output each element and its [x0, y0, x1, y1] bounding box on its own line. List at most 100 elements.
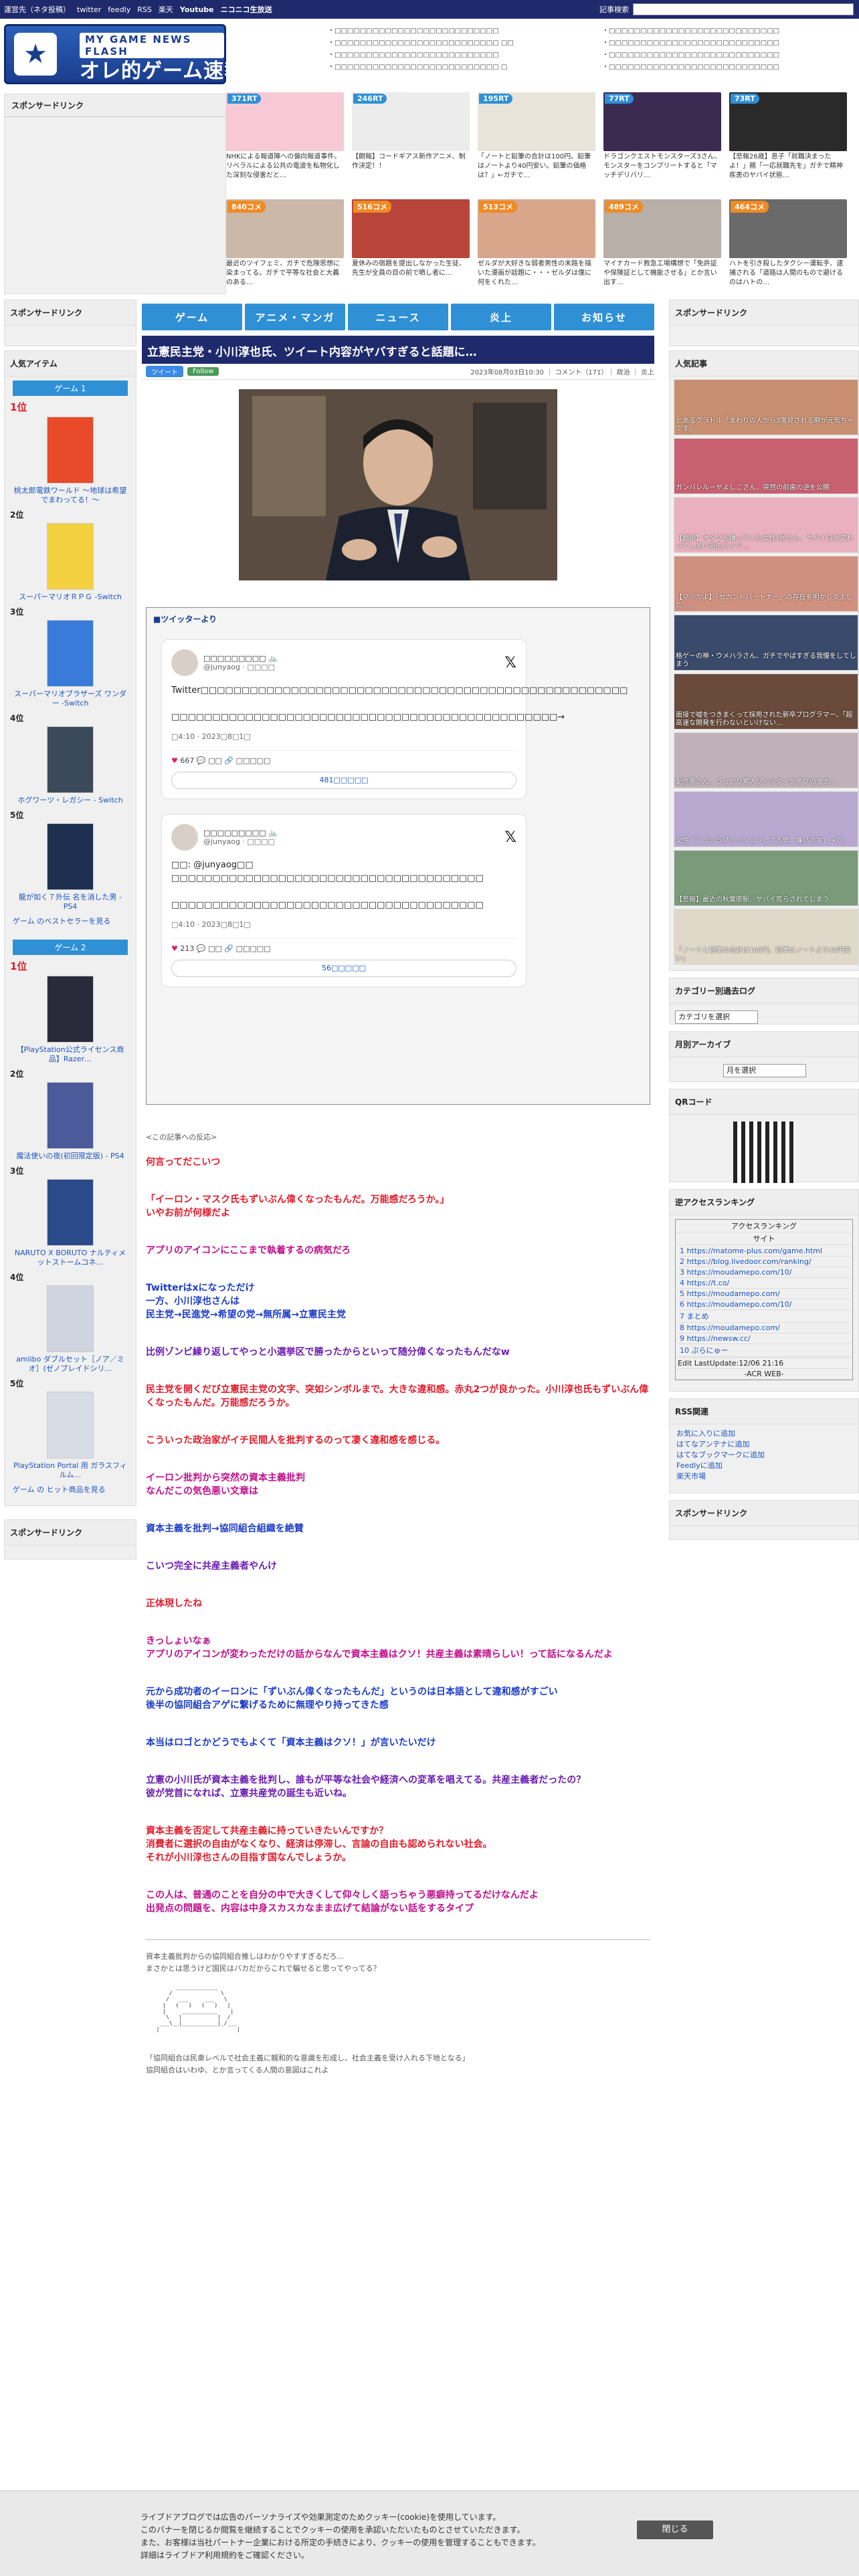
topbar-link-1[interactable]: twitter: [77, 5, 101, 14]
product-image[interactable]: [47, 417, 94, 484]
reply-icon[interactable]: 💬: [197, 756, 208, 765]
site-logo[interactable]: ★ MY GAME NEWS FLASH オレ的ゲーム速報@JIN: [4, 24, 299, 84]
tile[interactable]: 195RT 「ノートと鉛筆の合計は100円。鉛筆はノートより40円安い。鉛筆の価格…: [478, 92, 595, 181]
topbar-link-6[interactable]: ニコニコ生放送: [221, 4, 272, 15]
tweet-time[interactable]: □4:10 · 2023□8□1□: [171, 920, 516, 929]
header-link[interactable]: ・□□□□□□□□□□□□□□□□□□□□□□□□□□ □: [328, 62, 595, 74]
topbar-link-4[interactable]: 楽天: [159, 4, 173, 15]
product-link[interactable]: NARUTO X BORUTO ナルティメットストームコネ…: [11, 1249, 129, 1267]
product-image[interactable]: [47, 620, 94, 687]
category-select[interactable]: カテゴリを選択: [675, 1010, 758, 1024]
tile[interactable]: 73RT 【悲報26歳】息子「就職決まったよ！」親「一応就職先を」ガチで精神疾患の…: [729, 92, 847, 181]
header-link[interactable]: ・□□□□□□□□□□□□□□□□□□□□□□□□□□□: [602, 37, 850, 49]
rss-link[interactable]: はてなアンテナに追加: [676, 1439, 852, 1450]
topbar-link-2[interactable]: feedly: [108, 5, 130, 14]
nav-tab-info[interactable]: お知らせ: [554, 304, 654, 330]
topbar-link-5[interactable]: Youtube: [180, 5, 214, 14]
tweet-time[interactable]: □4:10 · 2023□8□1□: [171, 732, 516, 741]
ranking-row[interactable]: 9 https://newsw.cc/: [678, 1333, 850, 1344]
header-link[interactable]: ・□□□□□□□□□□□□□□□□□□□□□□□□□□ □□: [328, 37, 595, 49]
ranking-row[interactable]: 8 https://moudamepo.com/: [678, 1323, 850, 1333]
ranking-row[interactable]: 2 https://blog.livedoor.com/ranking/: [678, 1257, 850, 1267]
ranking-updated[interactable]: Edit LastUpdate:12/06 21:16: [676, 1358, 852, 1369]
product-link[interactable]: 桃太郎電鉄ワールド ～地球は希望でまわってる！～: [11, 486, 129, 505]
header-link[interactable]: ・□□□□□□□□□□□□□□□□□□□□□□□□□□: [328, 49, 595, 62]
tweet-handle[interactable]: @junyaog · □□□□: [203, 663, 278, 671]
rss-link[interactable]: 楽天市場: [676, 1471, 852, 1482]
product-image[interactable]: [47, 726, 94, 793]
game2-more-link[interactable]: ゲーム の ヒット商品を見る: [13, 1484, 128, 1495]
avatar[interactable]: [171, 649, 198, 676]
product-image[interactable]: [47, 1082, 94, 1149]
product-link[interactable]: 魔法使いの夜(初回限定版) - PS4: [11, 1152, 129, 1161]
product-link[interactable]: 龍が如く７外伝 名を消した男 - PS4: [11, 893, 129, 911]
rss-link[interactable]: お気に入りに追加: [676, 1428, 852, 1439]
tweet-share-button[interactable]: ツイート: [146, 366, 183, 377]
ranking-row[interactable]: 5 https://moudamepo.com/: [678, 1289, 850, 1299]
ranking-row[interactable]: 3 https://moudamepo.com/10/: [678, 1267, 850, 1278]
follow-button[interactable]: Follow: [187, 367, 219, 376]
topbar-link-0[interactable]: 運営先（ネタ投稿）: [4, 4, 70, 15]
tile[interactable]: 371RT NHKによる報道陣への偏向報道事件。リベラルによる公共の電波を私物化し…: [226, 92, 344, 181]
reply-label[interactable]: □□: [208, 756, 222, 765]
topbar-link-3[interactable]: RSS: [137, 5, 152, 14]
ranking-row[interactable]: 1 https://matome-plus.com/game.html: [678, 1246, 850, 1257]
popular-article[interactable]: 格ゲーの神・ウメハラさん、ガチでやばすぎる我慢をしてしまう: [674, 615, 858, 671]
cookie-close-button[interactable]: 閉じる: [637, 2520, 713, 2539]
product-image[interactable]: [47, 1392, 94, 1459]
ranking-row[interactable]: 6 https://moudamepo.com/10/: [678, 1299, 850, 1310]
product-link[interactable]: amiibo ダブルセット［ノア／ミオ］(ゼノブレイドシリ…: [11, 1355, 129, 1374]
game1-more-link[interactable]: ゲーム のベストセラーを見る: [13, 916, 128, 926]
tile[interactable]: 489コメ マイナカード救急工場構想で「免許証や保険証として機能させる」とか言い出…: [603, 199, 721, 288]
product-link[interactable]: スーパーマリオブラザーズ ワンダー -Switch: [11, 689, 129, 708]
tweet-name[interactable]: □□□□□□□□□ 🚲: [203, 829, 278, 837]
product-image[interactable]: [47, 823, 94, 890]
tile[interactable]: 464コメ ハトを引き殺したタクシー運転手、逮捕される「道路は人間のもので避けるの…: [729, 199, 847, 288]
copy-link-label[interactable]: □□□□□: [236, 756, 271, 765]
tile[interactable]: 246RT 【朗報】コードギアス新作アニメ、制作決定！！: [352, 92, 470, 181]
product-image[interactable]: [47, 1285, 94, 1352]
popular-article[interactable]: 「ノートと鉛筆の合計は100円。鉛筆はノートより40円安い」: [674, 909, 858, 965]
header-link[interactable]: ・□□□□□□□□□□□□□□□□□□□□□□□□□□□: [602, 25, 850, 37]
heart-icon[interactable]: ♥: [171, 944, 180, 953]
avatar[interactable]: [171, 824, 198, 851]
popular-article[interactable]: 面接で嘘をつきまくって採用された新卒プログラマー、「超高速な開発を行わないといけ…: [674, 673, 858, 730]
x-logo-icon[interactable]: 𝕏: [504, 829, 516, 846]
tile[interactable]: 77RT ドラゴンクエストモンスターズ3さん、モンスターをコンプリートすると「マッ…: [603, 92, 721, 181]
product-image[interactable]: [47, 523, 94, 590]
reply-label[interactable]: □□: [208, 944, 222, 953]
product-link[interactable]: ホグワーツ・レガシー - Switch: [11, 796, 129, 805]
popular-article[interactable]: 女性「こういうファッションしてる男、嫌いです」→え？: [674, 791, 858, 847]
tweet-handle[interactable]: @junyaog · □□□□: [203, 837, 278, 846]
heart-icon[interactable]: ♥: [171, 756, 180, 765]
tile[interactable]: 840コメ 最近のツイフェミ、ガチで危険思想に染まってる。ガチで平等な社会と大義の…: [226, 199, 344, 288]
header-link[interactable]: ・□□□□□□□□□□□□□□□□□□□□□□□□□□□: [602, 62, 850, 74]
product-link[interactable]: スーパーマリオＲＰＧ -Switch: [11, 593, 129, 602]
popular-article[interactable]: 【朗報】オタクを嫌っていた女性Y民さん、ヤバイほど変わってしまい新生ネッツ…: [674, 497, 858, 553]
copy-link-label[interactable]: □□□□□: [236, 944, 271, 953]
tile[interactable]: 516コメ 夏休みの宿題を提出しなかった生徒、先生が全員の目の前で晒し者に…: [352, 199, 470, 288]
month-select[interactable]: 月を選択: [723, 1064, 806, 1077]
popular-article[interactable]: とあるグラドル「まわりの人から3度見される期が元気ちゃです」: [674, 379, 858, 435]
ranking-row[interactable]: 7 まとめ: [678, 1310, 850, 1323]
nav-tab-game[interactable]: ゲーム: [142, 304, 242, 330]
reply-icon[interactable]: 💬: [197, 944, 208, 953]
popular-article[interactable]: ガンバレルーヤよしこさん、突然の前歯の逆を公開: [674, 438, 858, 494]
ranking-brand[interactable]: -ACR WEB-: [676, 1369, 852, 1380]
read-replies-button[interactable]: 481□□□□□: [171, 772, 516, 789]
rss-link[interactable]: はてなブックマークに追加: [676, 1450, 852, 1461]
nav-tab-news[interactable]: ニュース: [348, 304, 448, 330]
tile[interactable]: 513コメ ゼルダが大好きな弱者男性の末路を描いた漫画が話題に・・・ゼルダは僕に何…: [478, 199, 595, 288]
link-icon[interactable]: 🔗: [222, 944, 236, 953]
product-image[interactable]: [47, 1179, 94, 1246]
ranking-row[interactable]: 10 ぷらにゅー: [678, 1344, 850, 1357]
rss-link[interactable]: Feedlyに追加: [676, 1461, 852, 1471]
tweet-name[interactable]: □□□□□□□□□ 🚲: [203, 654, 278, 663]
product-link[interactable]: PlayStation Portal 用 ガラスフィルム…: [11, 1461, 129, 1480]
header-link[interactable]: ・□□□□□□□□□□□□□□□□□□□□□□□□□□□: [602, 49, 850, 62]
product-image[interactable]: [47, 976, 94, 1043]
popular-article[interactable]: 配信者さん、うっかり素人フィルターをオフのまま…: [674, 732, 858, 788]
popular-article[interactable]: 【悲報】最近の秋葉原駅、ヤバイ荒らされてしまう: [674, 850, 858, 906]
ranking-row[interactable]: 4 https://t.co/: [678, 1278, 850, 1289]
read-replies-button[interactable]: 56□□□□□: [171, 960, 516, 977]
